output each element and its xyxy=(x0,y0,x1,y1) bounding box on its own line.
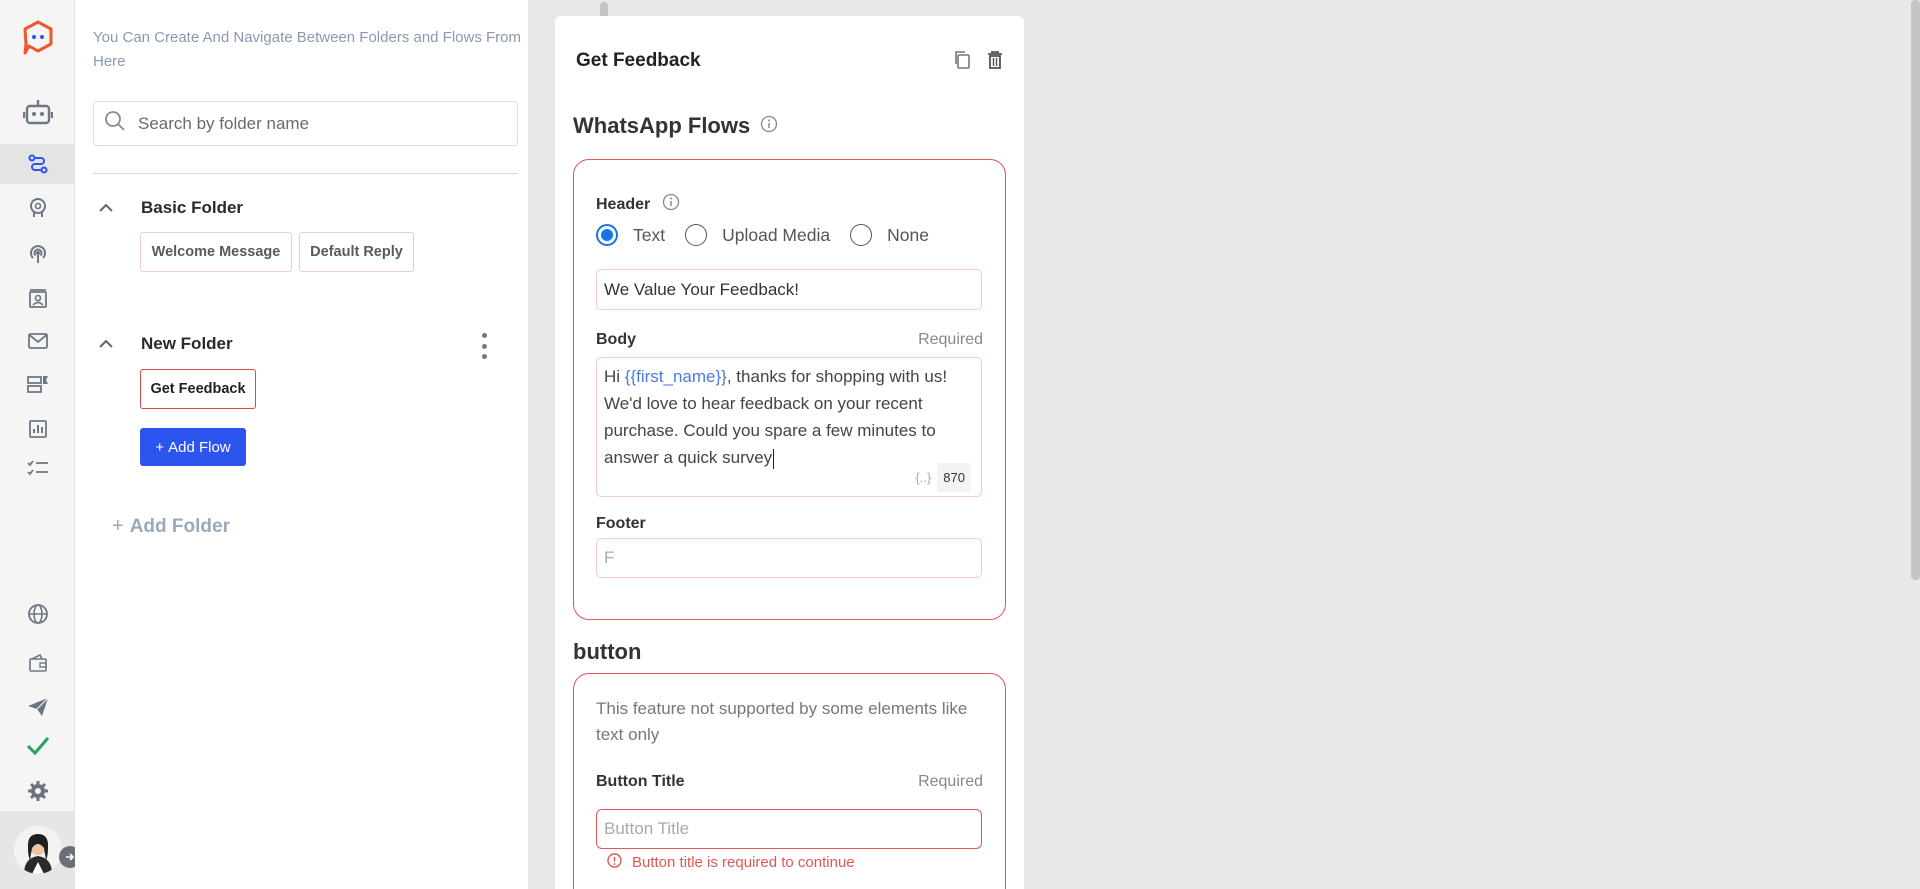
body-prefix: Hi xyxy=(604,367,625,386)
trash-icon[interactable] xyxy=(987,50,1003,75)
section-title-flows: WhatsApp Flows xyxy=(573,113,778,139)
button-title-required: Required xyxy=(918,773,983,790)
settings-icon[interactable] xyxy=(0,771,75,811)
header-type-radios: Text Upload Media None xyxy=(596,224,949,246)
add-flow-label: Add Flow xyxy=(168,438,231,456)
button-box: This feature not supported by some eleme… xyxy=(573,673,1006,889)
header-label: Header xyxy=(596,195,651,213)
divider xyxy=(93,173,518,174)
flow-title: Get Feedback xyxy=(576,50,701,71)
section-title-text: button xyxy=(573,639,642,664)
error-icon xyxy=(607,853,622,872)
header-label-row: Header xyxy=(596,193,680,216)
radio-label: None xyxy=(887,224,929,245)
chevron-up-icon[interactable] xyxy=(97,335,115,353)
body-counter: {..} 870 xyxy=(915,463,971,492)
brain-icon[interactable] xyxy=(0,188,75,228)
search-input[interactable] xyxy=(138,113,498,134)
button-title-label: Button Title xyxy=(596,773,685,790)
icon-rail xyxy=(0,0,81,889)
button-title-input[interactable]: Button Title xyxy=(596,809,982,849)
radio-button-selected[interactable] xyxy=(596,224,618,246)
analytics-icon[interactable] xyxy=(0,409,75,449)
radio-label: Text xyxy=(633,224,666,245)
body-variable: {{first_name}} xyxy=(624,367,727,386)
contacts-icon[interactable] xyxy=(0,279,75,319)
avatar[interactable] xyxy=(13,826,62,874)
flow-editor-card: Get Feedback WhatsApp Flows Header Text … xyxy=(555,16,1024,889)
more-options-icon[interactable] xyxy=(479,333,489,359)
body-required-label: Required xyxy=(918,331,983,348)
main-scrollbar[interactable] xyxy=(1911,0,1920,580)
section-title-text: WhatsApp Flows xyxy=(573,113,751,138)
folders-panel: You Can Create And Navigate Between Fold… xyxy=(75,0,608,889)
insert-variable-icon[interactable]: {..} xyxy=(915,464,931,491)
error-text: Button title is required to continue xyxy=(632,854,855,871)
chevron-up-icon[interactable] xyxy=(97,199,115,217)
button-title-error: Button title is required to continue xyxy=(607,853,855,872)
logo-icon[interactable] xyxy=(0,18,75,58)
flow-chip-get-feedback[interactable]: Get Feedback xyxy=(140,369,256,409)
footer-label: Footer xyxy=(596,515,646,532)
folder-search[interactable] xyxy=(93,101,518,146)
flow-chip-default-reply[interactable]: Default Reply xyxy=(299,232,414,272)
text-caret xyxy=(773,448,775,469)
add-folder-button[interactable]: + Add Folder xyxy=(112,515,230,538)
radio-button[interactable] xyxy=(685,224,708,246)
wallet-icon[interactable] xyxy=(0,643,75,683)
send-icon[interactable] xyxy=(0,687,75,727)
folder-title-basic[interactable]: Basic Folder xyxy=(141,198,243,218)
copy-icon[interactable] xyxy=(953,50,971,75)
info-icon[interactable] xyxy=(662,193,680,216)
folder-collapse-toggle[interactable] xyxy=(97,335,115,353)
broadcast-icon[interactable] xyxy=(0,234,75,274)
button-note: This feature not supported by some eleme… xyxy=(596,699,968,744)
check-icon[interactable] xyxy=(0,726,75,766)
tasks-icon[interactable] xyxy=(0,448,75,488)
radio-label: Upload Media xyxy=(722,224,831,245)
body-textarea[interactable]: Hi {{first_name}}, thanks for shopping w… xyxy=(596,357,982,497)
mail-icon[interactable] xyxy=(0,321,75,361)
info-icon[interactable] xyxy=(760,113,778,139)
folder-title-new[interactable]: New Folder xyxy=(141,334,233,354)
message-box: Header Text Upload Media None We Value Y… xyxy=(573,159,1006,620)
globe-icon[interactable] xyxy=(0,594,75,634)
plus-icon: + xyxy=(155,438,165,456)
flow-chip-welcome-message[interactable]: Welcome Message xyxy=(140,232,292,272)
body-label: Body xyxy=(596,331,636,348)
add-flow-button[interactable]: + Add Flow xyxy=(140,428,246,466)
plus-icon: + xyxy=(112,515,124,537)
bot-icon[interactable] xyxy=(0,92,75,132)
add-folder-label: Add Folder xyxy=(129,515,230,537)
footer-input[interactable]: F xyxy=(596,538,982,578)
flows-icon[interactable] xyxy=(0,144,75,184)
radio-none[interactable]: None xyxy=(850,224,929,246)
search-icon xyxy=(104,110,126,137)
section-title-button: button xyxy=(573,639,641,665)
radio-button[interactable] xyxy=(850,224,873,246)
folder-collapse-toggle[interactable] xyxy=(97,199,115,217)
radio-text[interactable]: Text xyxy=(596,224,665,246)
header-text-input[interactable]: We Value Your Feedback! xyxy=(596,269,982,310)
radio-upload-media[interactable]: Upload Media xyxy=(685,224,830,246)
templates-icon[interactable] xyxy=(0,364,75,404)
char-count: 870 xyxy=(937,463,971,492)
folders-hint: You Can Create And Navigate Between Fold… xyxy=(93,29,522,70)
